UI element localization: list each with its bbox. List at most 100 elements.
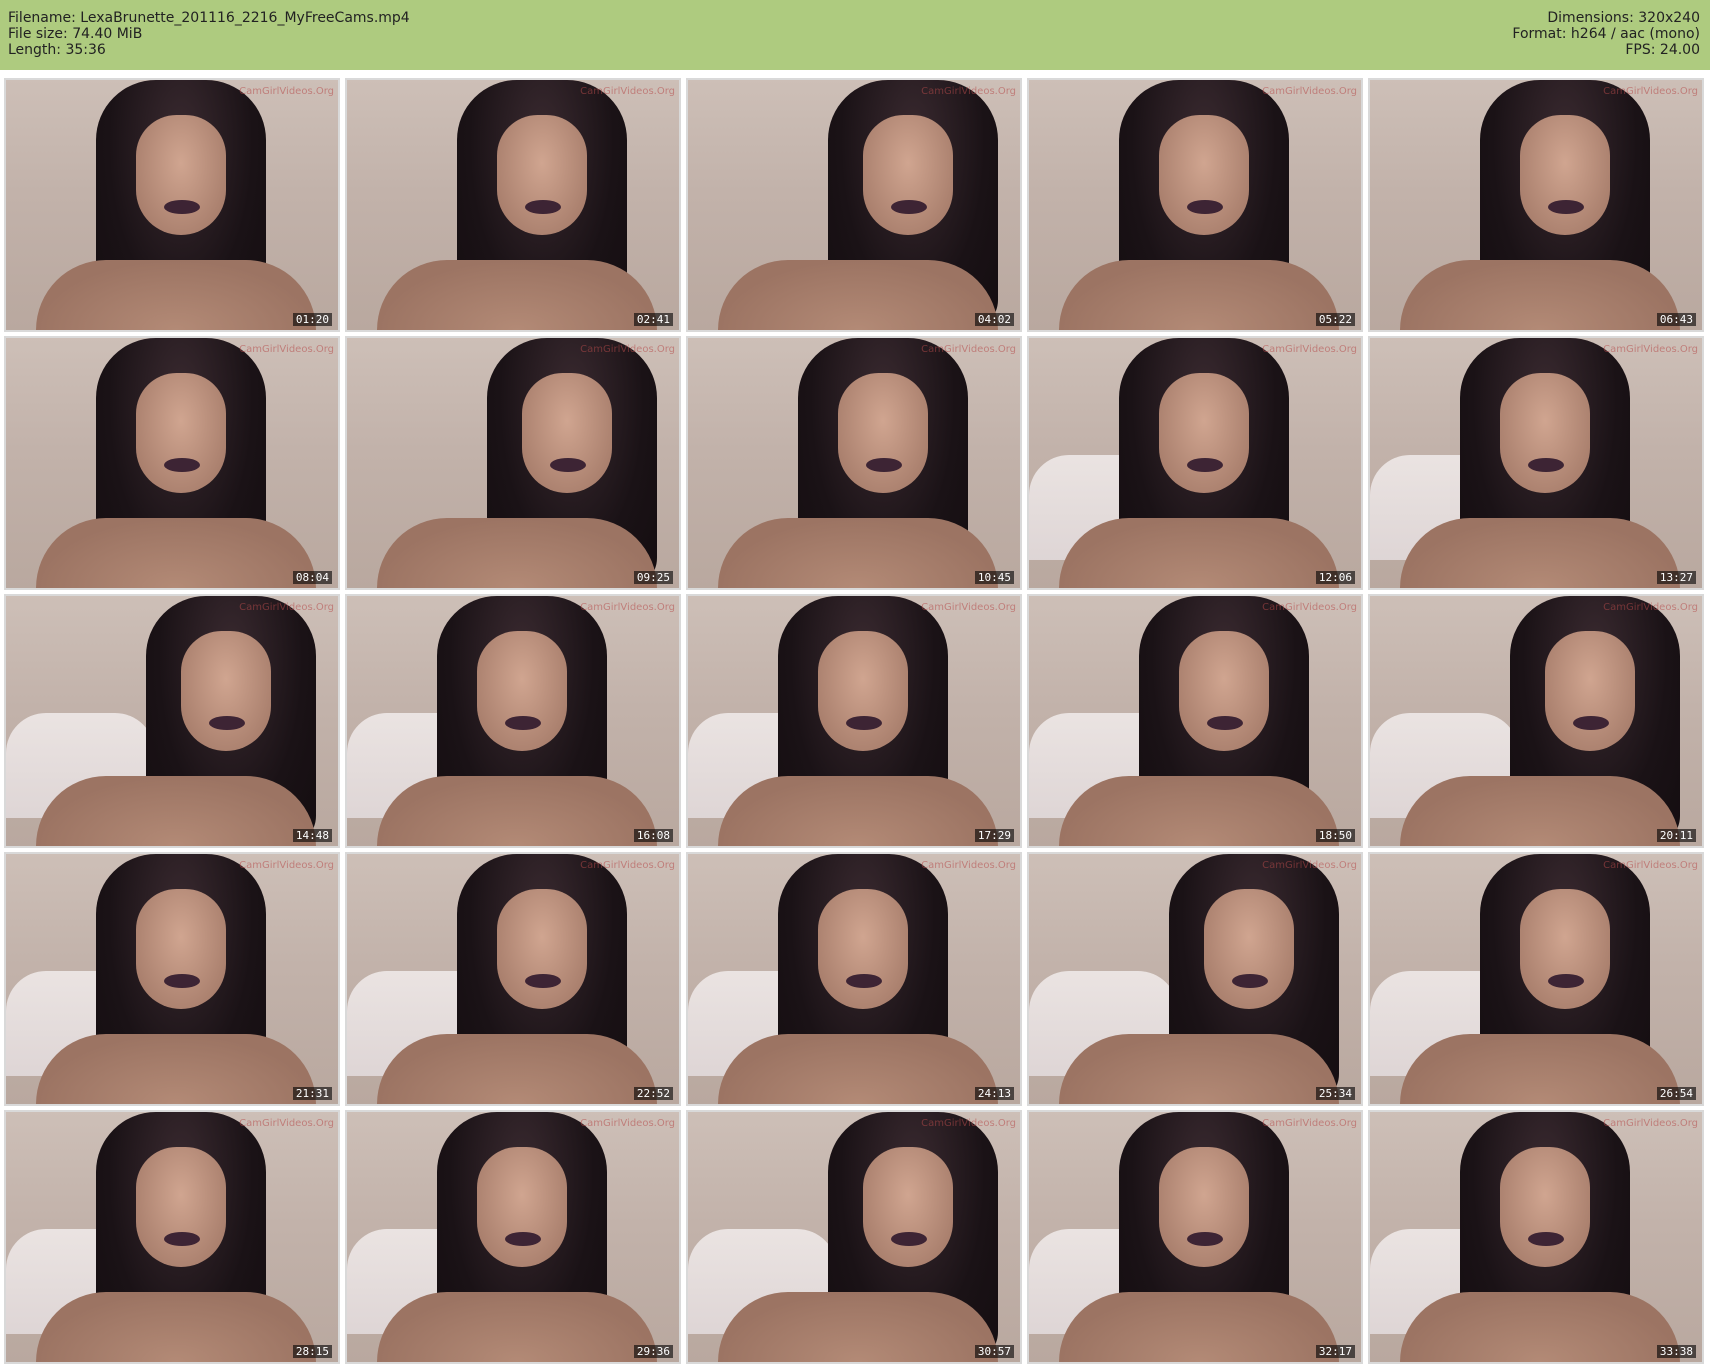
- frame-figure-shoulders: [36, 776, 316, 846]
- video-thumbnail[interactable]: CamGirlVideos.Org 26:54: [1368, 852, 1704, 1106]
- frame-figure-shoulders: [377, 776, 657, 846]
- frame-figure-lips: [1187, 458, 1223, 472]
- frame-figure-face: [477, 1147, 567, 1267]
- watermark-text: CamGirlVideos.Org: [1603, 86, 1698, 97]
- timestamp-label: 20:11: [1656, 829, 1696, 842]
- frame-figure-shoulders: [718, 260, 998, 330]
- info-header: Filename: LexaBrunette_201116_2216_MyFre…: [0, 0, 1710, 70]
- video-thumbnail[interactable]: CamGirlVideos.Org 01:20: [4, 78, 340, 332]
- frame-figure-face: [1179, 631, 1269, 751]
- frame-figure-face: [136, 1147, 226, 1267]
- timestamp-label: 17:29: [974, 829, 1014, 842]
- watermark-text: CamGirlVideos.Org: [580, 602, 675, 613]
- frame-figure-face: [818, 889, 908, 1009]
- watermark-text: CamGirlVideos.Org: [239, 344, 334, 355]
- watermark-text: CamGirlVideos.Org: [1603, 1118, 1698, 1129]
- timestamp-label: 04:02: [974, 313, 1014, 326]
- timestamp-label: 08:04: [292, 571, 332, 584]
- video-thumbnail[interactable]: CamGirlVideos.Org 18:50: [1027, 594, 1363, 848]
- video-thumbnail[interactable]: CamGirlVideos.Org 16:08: [345, 594, 681, 848]
- thumbnail-grid: CamGirlVideos.Org 01:20 CamGirlVideos.Org 0…: [4, 78, 1708, 1364]
- frame-figure-shoulders: [1400, 518, 1680, 588]
- frame-figure-lips: [164, 1232, 200, 1246]
- timestamp-label: 28:15: [292, 1345, 332, 1358]
- watermark-text: CamGirlVideos.Org: [580, 344, 675, 355]
- video-thumbnail[interactable]: CamGirlVideos.Org 09:25: [345, 336, 681, 590]
- frame-figure-lips: [164, 200, 200, 214]
- frame-figure-lips: [550, 458, 586, 472]
- frame-figure-face: [1159, 115, 1249, 235]
- frame-figure-face: [1500, 373, 1590, 493]
- frame-figure-lips: [525, 200, 561, 214]
- timestamp-label: 13:27: [1656, 571, 1696, 584]
- frame-figure-lips: [164, 458, 200, 472]
- watermark-text: CamGirlVideos.Org: [239, 602, 334, 613]
- frame-figure-lips: [1573, 716, 1609, 730]
- timestamp-label: 02:41: [633, 313, 673, 326]
- frame-figure-shoulders: [36, 1292, 316, 1362]
- video-thumbnail[interactable]: CamGirlVideos.Org 02:41: [345, 78, 681, 332]
- frame-figure-shoulders: [36, 518, 316, 588]
- fps-text: FPS: 24.00: [1625, 42, 1700, 58]
- timestamp-label: 21:31: [292, 1087, 332, 1100]
- frame-figure-lips: [209, 716, 245, 730]
- frame-figure-face: [181, 631, 271, 751]
- frame-figure-shoulders: [1059, 1034, 1339, 1104]
- video-thumbnail[interactable]: CamGirlVideos.Org 13:27: [1368, 336, 1704, 590]
- video-thumbnail[interactable]: CamGirlVideos.Org 24:13: [686, 852, 1022, 1106]
- filesize-text: File size: 74.40 MiB: [8, 26, 143, 42]
- watermark-text: CamGirlVideos.Org: [239, 86, 334, 97]
- video-thumbnail[interactable]: CamGirlVideos.Org 04:02: [686, 78, 1022, 332]
- frame-figure-face: [136, 115, 226, 235]
- frame-figure-face: [838, 373, 928, 493]
- video-thumbnail[interactable]: CamGirlVideos.Org 21:31: [4, 852, 340, 1106]
- frame-figure-face: [818, 631, 908, 751]
- frame-figure-face: [136, 889, 226, 1009]
- video-thumbnail[interactable]: CamGirlVideos.Org 14:48: [4, 594, 340, 848]
- frame-figure-lips: [525, 974, 561, 988]
- timestamp-label: 16:08: [633, 829, 673, 842]
- timestamp-label: 33:38: [1656, 1345, 1696, 1358]
- frame-figure-face: [1500, 1147, 1590, 1267]
- frame-figure-shoulders: [1400, 1292, 1680, 1362]
- video-thumbnail[interactable]: CamGirlVideos.Org 12:06: [1027, 336, 1363, 590]
- timestamp-label: 09:25: [633, 571, 673, 584]
- frame-figure-shoulders: [718, 518, 998, 588]
- frame-figure-lips: [1548, 200, 1584, 214]
- frame-figure-shoulders: [377, 518, 657, 588]
- watermark-text: CamGirlVideos.Org: [239, 1118, 334, 1129]
- watermark-text: CamGirlVideos.Org: [921, 860, 1016, 871]
- video-thumbnail[interactable]: CamGirlVideos.Org 28:15: [4, 1110, 340, 1364]
- watermark-text: CamGirlVideos.Org: [1262, 1118, 1357, 1129]
- watermark-text: CamGirlVideos.Org: [921, 602, 1016, 613]
- video-thumbnail[interactable]: CamGirlVideos.Org 33:38: [1368, 1110, 1704, 1364]
- frame-figure-shoulders: [718, 776, 998, 846]
- video-thumbnail[interactable]: CamGirlVideos.Org 25:34: [1027, 852, 1363, 1106]
- video-thumbnail[interactable]: CamGirlVideos.Org 06:43: [1368, 78, 1704, 332]
- timestamp-label: 25:34: [1315, 1087, 1355, 1100]
- timestamp-label: 12:06: [1315, 571, 1355, 584]
- frame-figure-shoulders: [377, 260, 657, 330]
- length-text: Length: 35:36: [8, 42, 106, 58]
- frame-figure-lips: [846, 716, 882, 730]
- video-thumbnail[interactable]: CamGirlVideos.Org 29:36: [345, 1110, 681, 1364]
- timestamp-label: 05:22: [1315, 313, 1355, 326]
- video-thumbnail[interactable]: CamGirlVideos.Org 10:45: [686, 336, 1022, 590]
- video-thumbnail[interactable]: CamGirlVideos.Org 22:52: [345, 852, 681, 1106]
- watermark-text: CamGirlVideos.Org: [239, 860, 334, 871]
- frame-figure-face: [522, 373, 612, 493]
- video-thumbnail[interactable]: CamGirlVideos.Org 17:29: [686, 594, 1022, 848]
- video-thumbnail[interactable]: CamGirlVideos.Org 20:11: [1368, 594, 1704, 848]
- video-thumbnail[interactable]: CamGirlVideos.Org 05:22: [1027, 78, 1363, 332]
- frame-figure-face: [1520, 889, 1610, 1009]
- watermark-text: CamGirlVideos.Org: [1603, 602, 1698, 613]
- frame-figure-face: [1545, 631, 1635, 751]
- frame-figure-lips: [1548, 974, 1584, 988]
- frame-figure-shoulders: [377, 1034, 657, 1104]
- frame-figure-lips: [1528, 458, 1564, 472]
- video-thumbnail[interactable]: CamGirlVideos.Org 08:04: [4, 336, 340, 590]
- video-thumbnail[interactable]: CamGirlVideos.Org 30:57: [686, 1110, 1022, 1364]
- frame-figure-face: [863, 1147, 953, 1267]
- video-thumbnail[interactable]: CamGirlVideos.Org 32:17: [1027, 1110, 1363, 1364]
- frame-figure-shoulders: [1400, 776, 1680, 846]
